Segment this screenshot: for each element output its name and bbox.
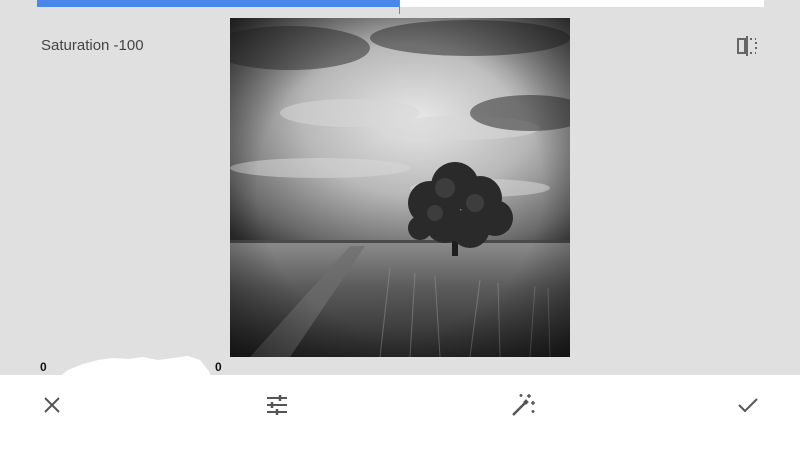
apply-button[interactable] bbox=[728, 389, 768, 421]
histogram-left-value: 0 bbox=[40, 360, 47, 374]
check-icon bbox=[738, 398, 758, 413]
photo-preview[interactable] bbox=[230, 18, 570, 357]
magic-wand-icon bbox=[512, 394, 535, 416]
adjustment-slider-fill bbox=[37, 0, 399, 7]
tune-icon bbox=[267, 395, 287, 415]
bottom-toolbar bbox=[0, 375, 800, 450]
compare-icon bbox=[737, 36, 757, 56]
compare-button[interactable] bbox=[733, 33, 761, 59]
adjustment-slider-center-marker bbox=[399, 0, 400, 14]
adjustment-slider[interactable] bbox=[37, 0, 764, 14]
adjustment-label: Saturation -100 bbox=[41, 37, 144, 54]
auto-adjust-button[interactable] bbox=[503, 389, 543, 421]
histogram-right-value: 0 bbox=[215, 360, 222, 374]
close-icon bbox=[44, 397, 60, 413]
photo-image bbox=[230, 18, 570, 357]
adjust-tools-button[interactable] bbox=[257, 389, 297, 421]
histogram bbox=[58, 356, 212, 378]
cancel-button[interactable] bbox=[32, 389, 72, 421]
